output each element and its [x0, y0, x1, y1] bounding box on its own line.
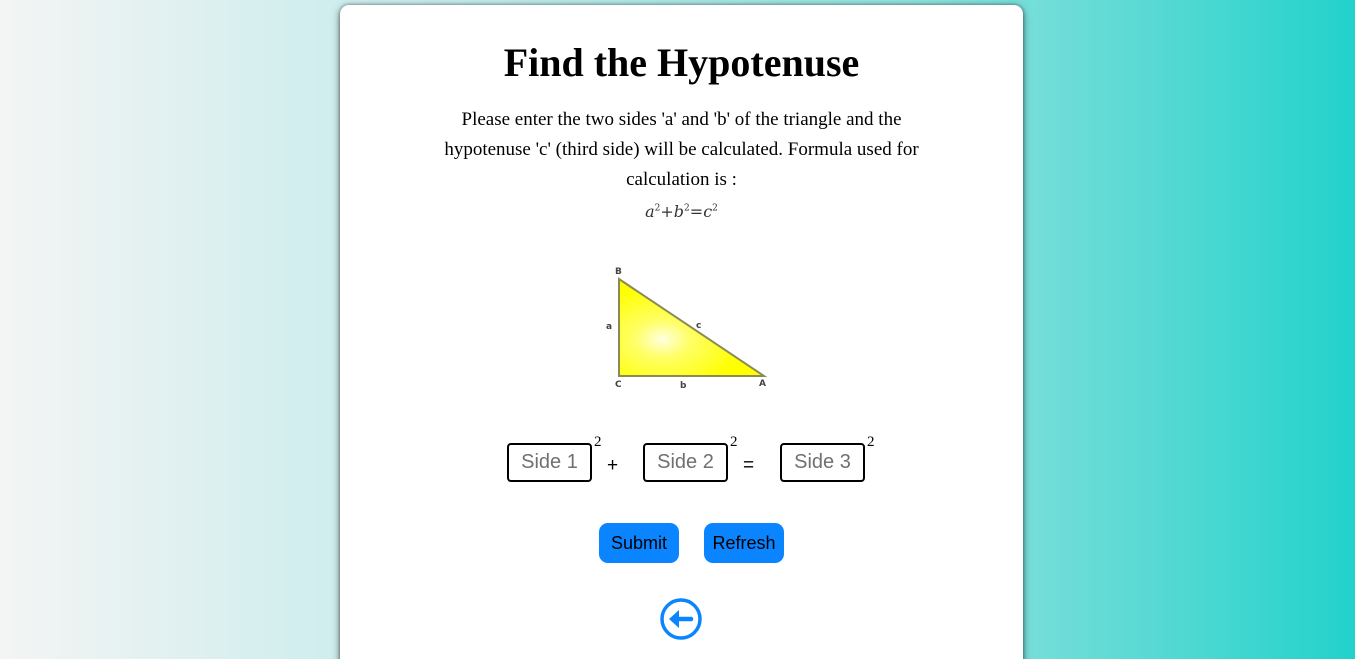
formula: a2+b2=c2 — [340, 202, 1023, 221]
side-b-label: b — [680, 381, 687, 391]
side-a-label: a — [606, 322, 612, 332]
side-c-label: c — [696, 321, 701, 331]
formula-equals: = — [689, 202, 704, 221]
formula-c: c — [703, 202, 713, 221]
side1-input[interactable] — [507, 443, 592, 482]
side1-exponent: 2 — [594, 434, 602, 450]
back-arrow-icon[interactable] — [659, 597, 703, 641]
plus-sign: + — [607, 455, 619, 476]
triangle-shape — [618, 277, 768, 377]
submit-button[interactable]: Submit — [599, 523, 679, 563]
page-title: Find the Hypotenuse — [503, 40, 860, 85]
formula-c-exponent: 2 — [712, 203, 718, 214]
equation-row: 2 + 2 = 2 — [340, 431, 1023, 491]
side2-exponent: 2 — [730, 434, 738, 450]
side3-exponent: 2 — [867, 434, 875, 450]
side2-input[interactable] — [643, 443, 728, 482]
right-triangle-diagram: B C A a b c — [606, 267, 768, 391]
formula-b: b — [673, 202, 685, 221]
refresh-button[interactable]: Refresh — [704, 523, 784, 563]
equals-sign: = — [743, 455, 755, 476]
vertex-a-label: A — [759, 379, 766, 389]
formula-plus: + — [660, 202, 674, 221]
vertex-c-label: C — [615, 380, 622, 390]
calculator-card: Find the Hypotenuse Please enter the two… — [340, 5, 1023, 659]
side3-input[interactable] — [780, 443, 865, 482]
formula-a: a — [645, 202, 655, 221]
page-description: Please enter the two sides 'a' and 'b' o… — [444, 109, 919, 190]
vertex-b-label: B — [615, 267, 622, 277]
